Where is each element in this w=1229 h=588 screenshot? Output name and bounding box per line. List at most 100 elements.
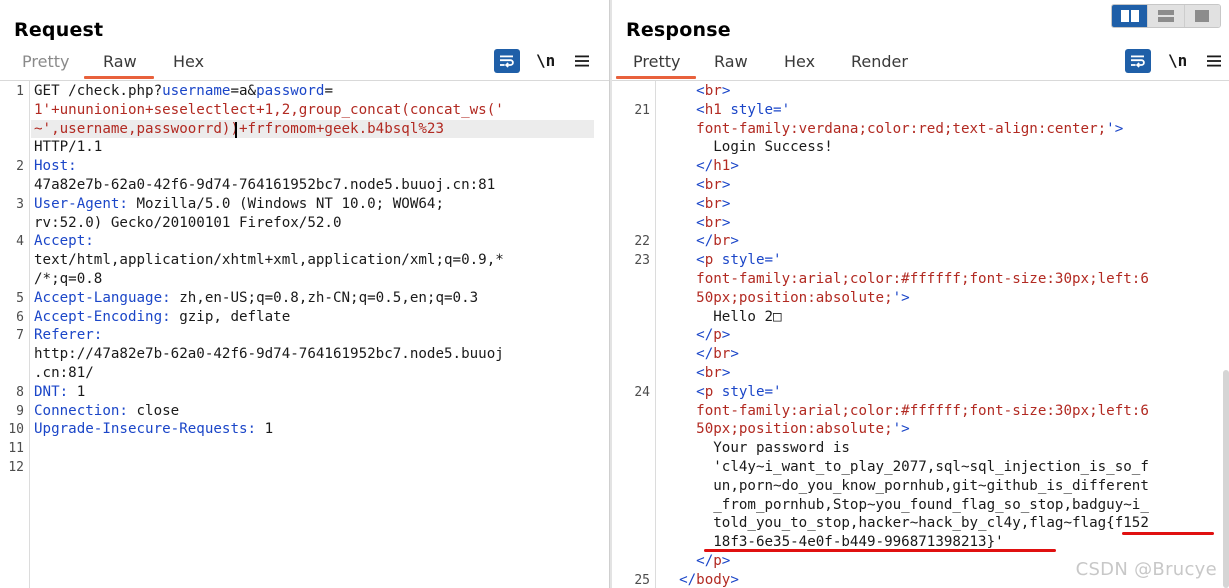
response-menu-button[interactable] bbox=[1201, 49, 1227, 73]
request-code-line: ~',username,passwoorrd))+frfromom+geek.b… bbox=[34, 120, 444, 139]
response-tab-raw[interactable]: Raw bbox=[714, 52, 748, 71]
request-code-line: 47a82e7b-62a0-42f6-9d74-764161952bc7.nod… bbox=[34, 176, 495, 195]
request-code-token: ~',username,passwoorrd))+frfromom+geek.b… bbox=[34, 120, 444, 137]
request-code-line: text/html,application/xhtml+xml,applicat… bbox=[34, 251, 504, 270]
hamburger-menu-icon bbox=[575, 55, 589, 67]
response-code-token: font-family:verdana;color:red;text-align… bbox=[662, 120, 1107, 137]
response-code-token: < bbox=[662, 195, 705, 212]
response-code-token: < bbox=[662, 252, 705, 269]
request-code-token: /*;q=0.8 bbox=[34, 271, 103, 287]
request-code-line: Accept-Language: zh,en-US;q=0.8,zh-CN;q=… bbox=[34, 289, 478, 308]
response-code-token: 18f3-6e35-4e0f-b449-996871398213}' bbox=[662, 534, 1004, 551]
response-newline-toggle[interactable]: \n bbox=[1168, 51, 1187, 70]
response-code-token: </ bbox=[662, 158, 714, 175]
request-code-line: Referer: bbox=[34, 326, 102, 345]
response-code-token: un,porn~do_you_know_pornhub,git~github_i… bbox=[662, 477, 1149, 494]
response-code-token: br bbox=[704, 195, 722, 212]
request-line-number: 5 bbox=[16, 290, 24, 306]
response-code-line: 50px;position:absolute;'> bbox=[662, 420, 910, 439]
response-code-token: > bbox=[730, 571, 739, 588]
request-wrap-button[interactable] bbox=[494, 49, 520, 73]
flag-annotation-underline bbox=[1122, 532, 1214, 535]
response-code-token: 'cl4y~i_want_to_play_2077,sql~sql_inject… bbox=[662, 459, 1149, 475]
response-code-line: font-family:verdana;color:red;text-align… bbox=[662, 120, 1123, 139]
response-code-token: < bbox=[662, 177, 705, 193]
response-code-line: </p> bbox=[662, 552, 730, 571]
response-code-line: <h1 style=' bbox=[662, 101, 790, 120]
request-code-token: Accept: bbox=[34, 233, 94, 250]
response-code-token: > bbox=[730, 158, 739, 175]
request-tab-raw[interactable]: Raw bbox=[103, 52, 137, 71]
response-code-line: _from_pornhub,Stop~you_found_flag_so_sto… bbox=[662, 496, 1149, 515]
request-code-token: =a& bbox=[230, 83, 257, 99]
request-code-line: Connection: close bbox=[34, 402, 179, 421]
request-line-number: 4 bbox=[16, 234, 24, 250]
response-line-number: 21 bbox=[634, 102, 650, 118]
request-code-line: rv:52.0) Gecko/20100101 Firefox/52.0 bbox=[34, 214, 342, 233]
response-code-token: > bbox=[721, 214, 731, 231]
response-code-token: > bbox=[721, 553, 731, 569]
request-code-line: GET /check.php?username=a&password= bbox=[34, 82, 333, 101]
response-scrollbar[interactable] bbox=[1223, 370, 1229, 588]
response-code-token: h1 bbox=[704, 101, 722, 118]
response-code-token: > bbox=[730, 233, 739, 250]
response-code-token: > bbox=[721, 327, 731, 344]
request-code-token: 1'+ununionion+seselectlect+1,2,group_con… bbox=[34, 101, 504, 118]
response-tab-render[interactable]: Render bbox=[851, 52, 908, 71]
response-code-line: <br> bbox=[662, 176, 730, 195]
request-code-line: Accept-Encoding: gzip, deflate bbox=[34, 308, 290, 327]
response-tab-pretty[interactable]: Pretty bbox=[633, 52, 680, 71]
response-code-token: body bbox=[696, 571, 731, 588]
watermark: CSDN @Brucye bbox=[1075, 559, 1217, 580]
request-code-token: gzip, deflate bbox=[170, 308, 291, 325]
request-tab-pretty[interactable]: Pretty bbox=[22, 52, 69, 71]
response-title: Response bbox=[626, 19, 731, 41]
response-code-token: br bbox=[704, 214, 722, 231]
request-code-token: HTTP/1.1 bbox=[34, 139, 103, 156]
response-code-token: </ bbox=[662, 346, 714, 363]
layout-stacked-button[interactable] bbox=[1147, 5, 1184, 27]
response-code-token: < bbox=[662, 83, 705, 99]
response-code-token: </ bbox=[662, 553, 714, 569]
response-code-token: p bbox=[704, 383, 714, 400]
request-code-line: User-Agent: Mozilla/5.0 (Windows NT 10.0… bbox=[34, 195, 444, 214]
response-wrap-button[interactable] bbox=[1125, 49, 1151, 73]
request-code-token: 47a82e7b-62a0-42f6-9d74-764161952bc7.nod… bbox=[34, 177, 496, 193]
response-code-token: br bbox=[704, 83, 722, 99]
request-code-token: Accept-Language: bbox=[34, 289, 171, 306]
response-active-tab-indicator bbox=[616, 76, 696, 79]
response-code-line: 50px;position:absolute;'> bbox=[662, 289, 910, 308]
response-tab-hex[interactable]: Hex bbox=[784, 52, 815, 71]
response-code-token: font-family:arial;color:#ffffff;font-siz… bbox=[662, 402, 1149, 419]
response-code-line: <br> bbox=[662, 214, 730, 233]
request-line-number: 1 bbox=[16, 84, 24, 99]
response-code-token: told_you_to_stop,hacker~hack_by_cl4y,fla… bbox=[662, 515, 1149, 532]
request-menu-button[interactable] bbox=[569, 49, 595, 73]
request-code-token: DNT: bbox=[34, 383, 69, 400]
request-line-number: 3 bbox=[16, 196, 24, 212]
response-code-line: </br> bbox=[662, 345, 739, 364]
response-code-line: 'cl4y~i_want_to_play_2077,sql~sql_inject… bbox=[662, 458, 1149, 477]
response-code-token: p bbox=[713, 553, 722, 569]
request-tab-hex[interactable]: Hex bbox=[173, 52, 204, 71]
layout-side-by-side-button[interactable] bbox=[1112, 5, 1148, 27]
response-code-line: <p style=' bbox=[662, 383, 781, 402]
response-code-token: 50px;position:absolute; bbox=[662, 421, 893, 438]
request-pane: Request Pretty Raw Hex \n 1 GET /check.ph… bbox=[0, 0, 609, 588]
response-code-token: br bbox=[713, 346, 731, 363]
layout-single-button[interactable] bbox=[1183, 5, 1220, 27]
request-code-token: Accept-Encoding: bbox=[34, 308, 171, 325]
response-code-line: <br> bbox=[662, 364, 730, 383]
response-editor[interactable]: <br> 21 <h1 style=' font-family:verdana;c… bbox=[612, 81, 1229, 588]
request-code-token: Mozilla/5.0 (Windows NT 10.0; WOW64; bbox=[127, 195, 445, 212]
request-line-number: 11 bbox=[8, 441, 24, 457]
request-newline-toggle[interactable]: \n bbox=[536, 51, 555, 70]
response-line-number: 22 bbox=[634, 234, 650, 250]
request-code-line: HTTP/1.1 bbox=[34, 138, 102, 157]
wrap-lines-icon bbox=[500, 55, 514, 68]
request-code-token: password bbox=[256, 83, 325, 99]
response-code-token: > bbox=[721, 365, 731, 381]
response-code-line: <br> bbox=[662, 195, 730, 214]
request-editor[interactable]: 1 GET /check.php?username=a&password= 1'+u… bbox=[0, 81, 609, 588]
response-code-line: Hello 2□ bbox=[662, 308, 781, 327]
